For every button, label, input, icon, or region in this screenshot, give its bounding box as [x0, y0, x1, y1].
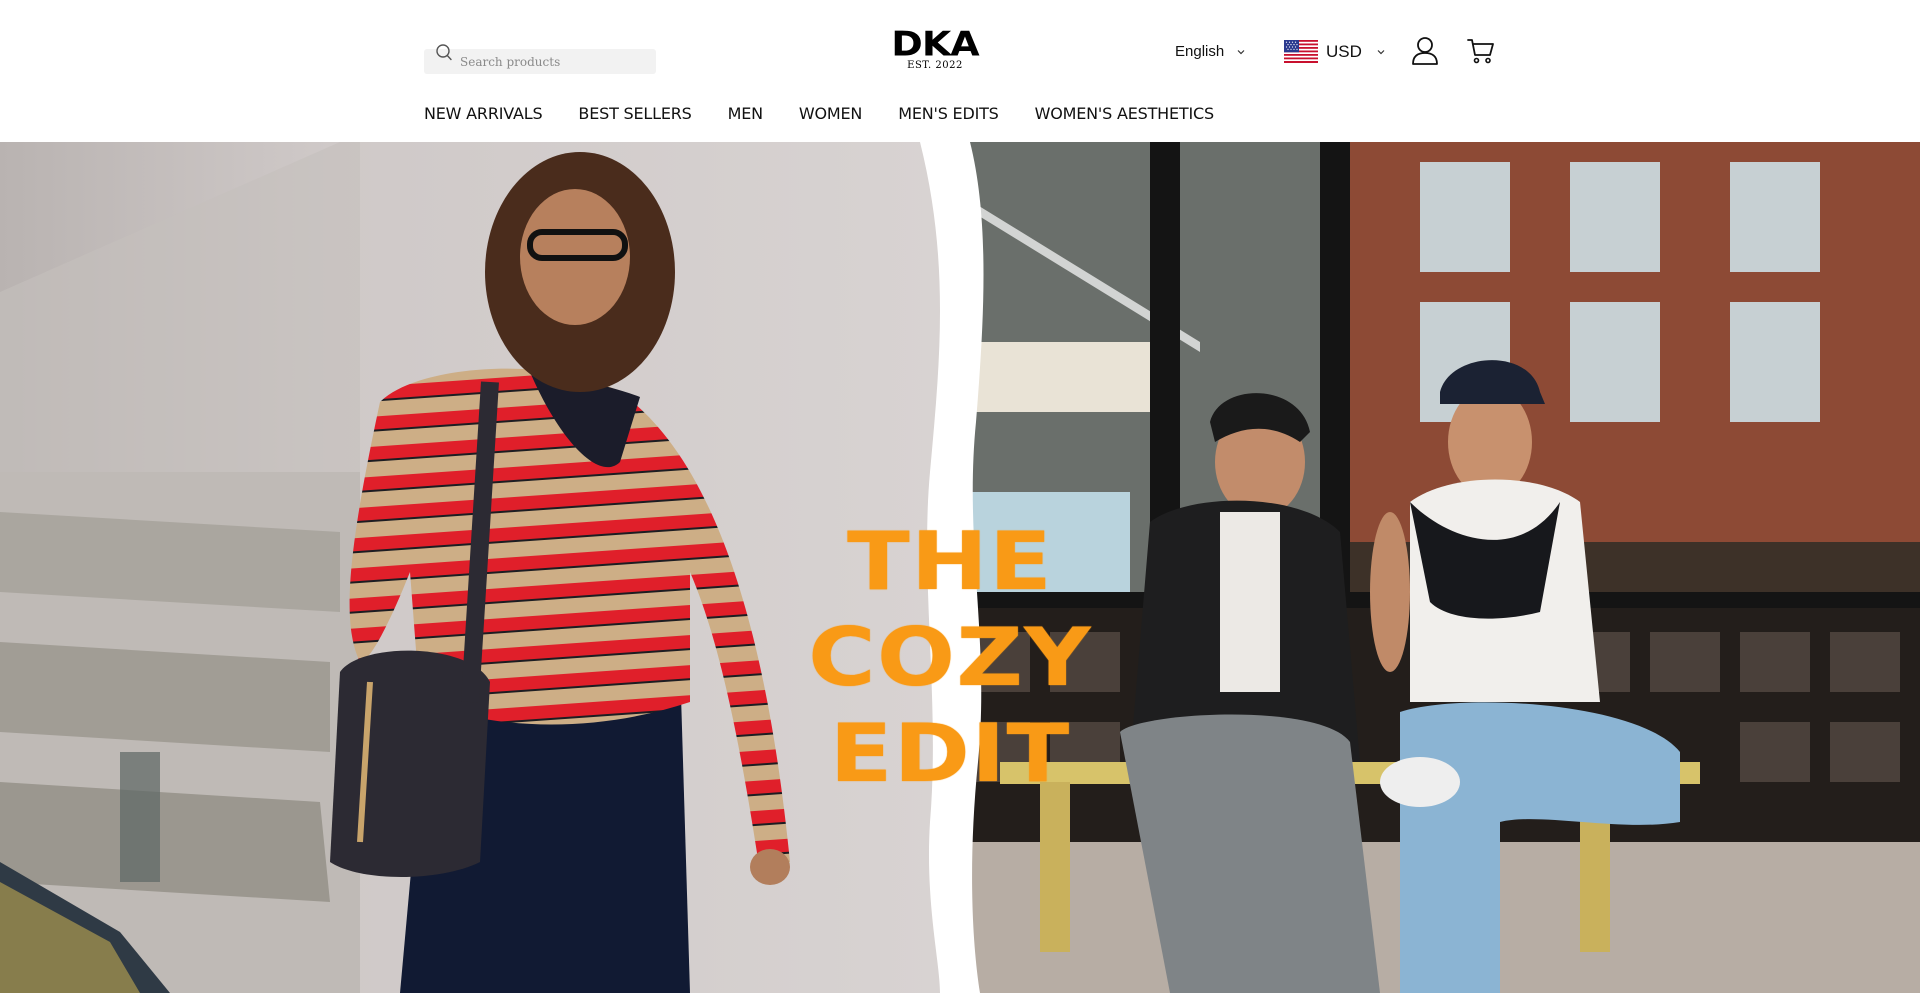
nav-mens-edits[interactable]: MEN'S EDITS — [898, 104, 999, 123]
hero-banner[interactable]: THE COZY EDIT — [0, 142, 1920, 993]
chevron-down-icon — [1237, 49, 1245, 54]
language-label: English — [1175, 43, 1225, 60]
brand-logo[interactable]: DKA EST. 2022 — [880, 24, 990, 71]
nav-new-arrivals[interactable]: NEW ARRIVALS — [424, 104, 543, 123]
cart-icon[interactable] — [1467, 37, 1495, 65]
currency-label: USD — [1326, 41, 1362, 61]
search-icon[interactable] — [434, 42, 454, 64]
currency-selector[interactable]: USD — [1284, 40, 1386, 63]
chevron-down-icon — [1377, 49, 1385, 54]
nav-men[interactable]: MEN — [728, 104, 763, 123]
us-flag-icon — [1284, 40, 1318, 63]
language-selector[interactable]: English — [1175, 43, 1246, 60]
site-header: DKA EST. 2022 English USD — [0, 0, 1920, 142]
hero-headline: THE COZY EDIT — [790, 514, 1110, 802]
hero-headline-line: COZY — [808, 611, 1092, 704]
main-nav: NEW ARRIVALS BEST SELLERS MEN WOMEN MEN'… — [424, 102, 1250, 124]
logo-mark: DKA — [891, 24, 979, 64]
user-icon[interactable] — [1411, 36, 1439, 66]
search-input[interactable] — [460, 55, 650, 69]
hero-headline-line: THE — [846, 515, 1054, 608]
nav-women[interactable]: WOMEN — [799, 104, 863, 123]
nav-best-sellers[interactable]: BEST SELLERS — [578, 104, 691, 123]
search-bar[interactable] — [424, 44, 656, 74]
hero-headline-line: EDIT — [829, 707, 1071, 800]
nav-womens-aesthetics[interactable]: WOMEN'S AESTHETICS — [1035, 104, 1214, 123]
